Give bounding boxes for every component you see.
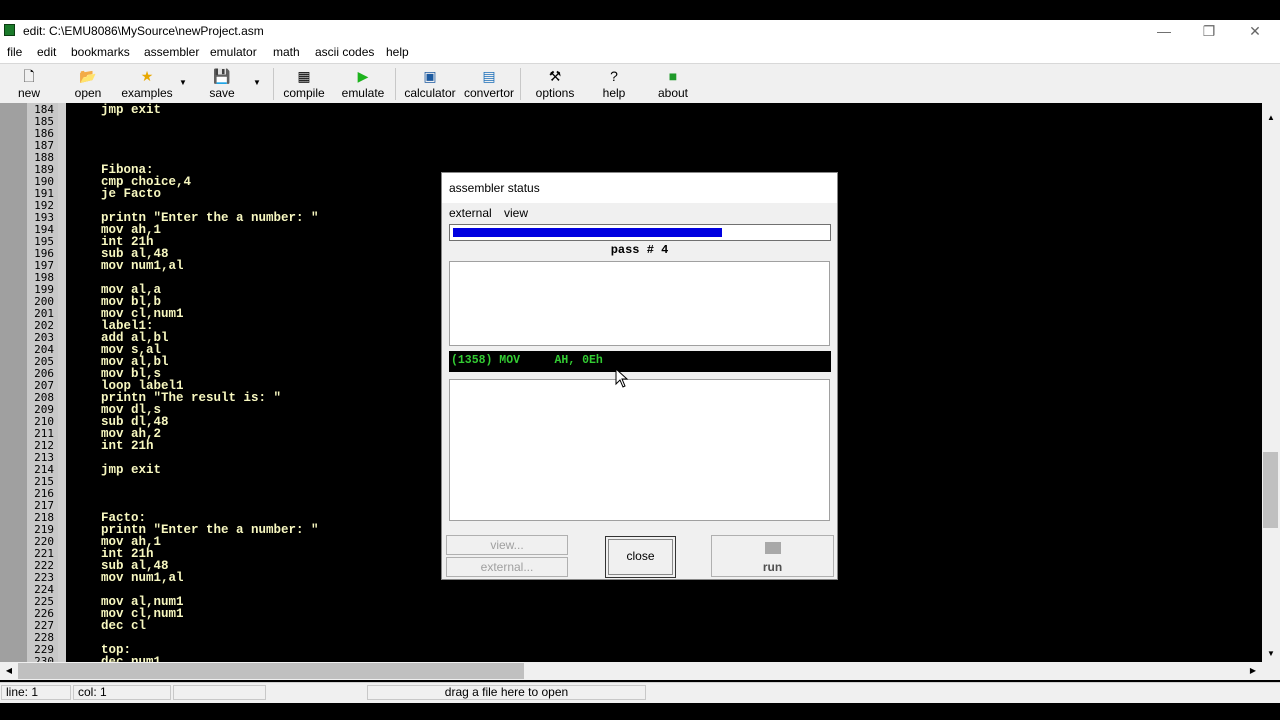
code-line[interactable]: mov num1,al [101,572,184,585]
about-button[interactable]: ■ about [654,66,692,102]
tools-icon: ⚒ [548,68,562,84]
scroll-left-icon[interactable]: ◀ [0,662,18,680]
calculator-icon: ▣ [423,68,437,84]
vertical-scroll-thumb[interactable] [1263,452,1278,528]
code-line[interactable]: jmp exit [101,104,161,117]
column-indicator: col: 1 [73,685,171,700]
current-instruction: (1358) MOV AH, 0Eh [451,354,603,367]
progress-fill [453,228,722,237]
run-icon [765,542,781,554]
current-instruction-bar: (1358) MOV AH, 0Eh [449,351,831,372]
menu-emulator[interactable]: emulator [210,45,257,59]
title-bar: edit: C:\EMU8086\MySource\newProject.asm… [0,20,1280,42]
menu-bookmarks[interactable]: bookmarks [71,45,130,59]
external-button[interactable]: external... [446,557,568,577]
scroll-corner [1262,662,1280,680]
star-icon: ★ [140,68,154,84]
menu-edit[interactable]: edit [37,45,56,59]
scroll-down-icon[interactable]: ▼ [1262,646,1280,662]
run-button[interactable]: run [711,535,834,577]
code-line[interactable]: dec cl [101,620,146,633]
compile-button[interactable]: ▦ compile [280,66,328,102]
play-icon: ▶ [357,68,369,84]
new-button[interactable]: 🗋 new [10,66,48,102]
mouse-cursor-icon [615,368,629,388]
chip-icon: ■ [668,68,678,84]
assembler-output-box[interactable] [449,261,830,346]
open-button[interactable]: 📂 open [68,66,108,102]
menu-bar: file edit bookmarks assembler emulator m… [0,42,1280,63]
examples-button[interactable]: ★ examples [118,66,176,102]
convertor-button[interactable]: ▤ convertor [462,66,516,102]
close-window-button[interactable]: ✕ [1232,20,1278,42]
dialog-menu-view[interactable]: view [504,206,528,220]
status-empty-cell [173,685,266,700]
toolbar: 🗋 new 📂 open ★ examples ▼ 💾 save ▼ ▦ com… [0,63,1280,103]
app-icon [4,24,15,36]
floppy-disk-icon: 💾 [213,68,231,84]
vertical-scrollbar[interactable] [1262,103,1280,662]
help-button[interactable]: ? help [598,66,630,102]
menu-ascii-codes[interactable]: ascii codes [315,45,374,59]
save-button[interactable]: 💾 save [203,66,241,102]
convertor-icon: ▤ [482,68,496,84]
emulate-button[interactable]: ▶ emulate [339,66,387,102]
code-line[interactable]: je Facto [101,188,161,201]
calculator-button[interactable]: ▣ calculator [402,66,458,102]
view-button[interactable]: view... [446,535,568,555]
menu-help[interactable]: help [386,45,409,59]
pass-indicator: pass # 4 [610,243,669,257]
line-indicator: line: 1 [1,685,71,700]
code-margin [58,103,66,662]
dialog-title: assembler status [449,181,540,195]
examples-dropdown-icon[interactable]: ▼ [179,78,187,87]
minimize-button[interactable]: — [1141,20,1187,42]
bookmark-margin[interactable] [0,103,27,662]
drop-hint: drag a file here to open [367,685,646,700]
help-icon: ? [610,68,618,84]
assembler-status-dialog: assembler status external view pass # 4 … [441,172,838,580]
window-title: edit: C:\EMU8086\MySource\newProject.asm [23,24,264,38]
close-button[interactable]: close [605,536,676,578]
scroll-up-icon[interactable]: ▲ [1262,110,1280,126]
open-folder-icon: 📂 [79,68,97,84]
assembler-progress-bar [449,224,831,241]
menu-assembler[interactable]: assembler [144,45,199,59]
toolbar-separator [395,68,396,100]
dialog-menu-external[interactable]: external [449,206,492,220]
restore-button[interactable]: ❐ [1186,20,1232,42]
save-dropdown-icon[interactable]: ▼ [253,78,261,87]
toolbar-separator [273,68,274,100]
status-bar: line: 1 col: 1 drag a file here to open [0,682,1280,703]
new-file-icon: 🗋 [23,68,35,84]
code-line[interactable]: mov num1,al [101,260,184,273]
horizontal-scroll-thumb[interactable] [18,663,524,679]
code-line[interactable]: int 21h [101,440,154,453]
assembler-log-box[interactable] [449,379,830,521]
menu-math[interactable]: math [273,45,300,59]
dialog-title-bar[interactable]: assembler status [442,173,837,203]
toolbar-separator [520,68,521,100]
options-button[interactable]: ⚒ options [532,66,578,102]
scroll-right-icon[interactable]: ▶ [1244,662,1262,680]
menu-file[interactable]: file [7,45,22,59]
compile-icon: ▦ [297,68,311,84]
code-line[interactable]: jmp exit [101,464,161,477]
